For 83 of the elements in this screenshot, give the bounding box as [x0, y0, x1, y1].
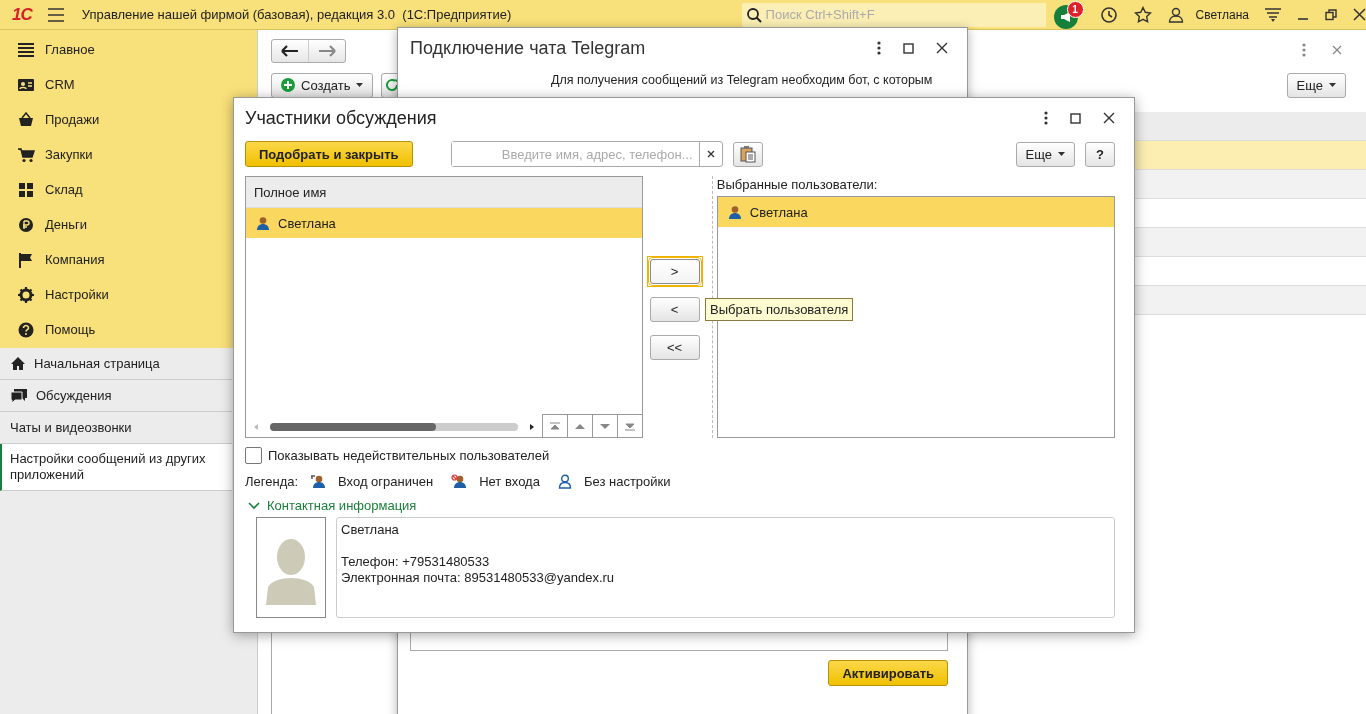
crm-icon: [17, 76, 35, 93]
company-icon: [17, 251, 35, 268]
history-icon[interactable]: [1099, 5, 1118, 24]
navigation-item[interactable]: Настройки сообщений из других приложений: [0, 444, 232, 491]
legend-item: Вход ограничен: [338, 474, 434, 489]
home-icon: [10, 356, 26, 371]
section-menu-item[interactable]: Главное: [0, 32, 95, 67]
settings-menu-icon[interactable]: [1265, 7, 1281, 22]
clipboard-icon: [739, 145, 756, 163]
section-menu-item[interactable]: Склад: [0, 172, 83, 207]
user-row[interactable]: Светлана: [246, 208, 643, 238]
legend-item: Нет входа: [479, 474, 540, 489]
more-options-icon[interactable]: [877, 41, 881, 55]
refresh-icon: [386, 79, 399, 91]
user-name[interactable]: Светлана: [1195, 7, 1249, 22]
app-title: Управление нашей фирмой (базовая), редакция 3.0 (1С:Предприятие): [81, 7, 512, 22]
section-menu-item[interactable]: Настройки: [0, 277, 109, 312]
warehouse-icon: [17, 181, 35, 198]
notification-badge: 1: [1066, 0, 1084, 18]
user-blocked-icon: [451, 474, 468, 489]
contact-info-field[interactable]: Светлана Телефон: +79531480533 Электронная почта: 89531480533@yandex.ru: [336, 517, 1115, 618]
search-field[interactable]: Введите имя, адрес, телефон...: [450, 141, 723, 167]
caret-icon: [1058, 152, 1066, 156]
create-button[interactable]: Создать: [271, 72, 374, 98]
pick-and-close-button[interactable]: Подобрать и закрыть: [245, 141, 413, 167]
paste-button[interactable]: [732, 141, 763, 167]
section-menu-item[interactable]: Компания: [0, 242, 105, 277]
contact-detail: Телефон: +79531480533: [341, 554, 491, 570]
close-icon[interactable]: [1103, 112, 1115, 124]
search-icon: [745, 6, 762, 23]
maximize-icon[interactable]: [903, 42, 914, 54]
contact-name: Светлана: [341, 522, 400, 538]
move-button[interactable]: >: [649, 259, 700, 284]
list-navigation-buttons[interactable]: [542, 414, 643, 437]
user-row[interactable]: Светлана: [717, 197, 1114, 227]
help-icon: [17, 321, 35, 338]
app-logo[interactable]: 1С: [12, 4, 32, 25]
menu-icon[interactable]: [47, 7, 64, 22]
selected-users-label: Выбранные пользователи:: [716, 176, 879, 194]
caret-icon: [356, 83, 364, 87]
activate-button[interactable]: Активировать: [828, 660, 948, 686]
description-text: Для получения сообщений из Telegram необходим бот, с которым: [551, 72, 934, 88]
tooltip: Выбрать пользователя: [705, 298, 854, 321]
close-icon[interactable]: [1353, 8, 1366, 21]
user-outline-icon: [557, 474, 572, 489]
chevron-icon: [248, 501, 260, 510]
restore-icon[interactable]: [1325, 8, 1337, 21]
section-menu-item[interactable]: Продажи: [0, 102, 100, 137]
close-icon[interactable]: [936, 42, 948, 54]
user-with-key-icon: [310, 474, 327, 489]
user-icon: [256, 215, 270, 231]
user-icon: [727, 204, 742, 220]
checkbox[interactable]: [245, 447, 262, 464]
menu-icon: [17, 41, 35, 58]
money-icon: [17, 216, 35, 233]
section-menu-item[interactable]: CRM: [0, 67, 75, 102]
purchases-icon: [17, 146, 35, 163]
section-menu-item[interactable]: Деньги: [0, 207, 87, 242]
dialog-title: Участники обсуждения: [245, 107, 438, 129]
legend-label: Легенда:: [245, 474, 299, 489]
notifications-button[interactable]: 1: [1053, 0, 1084, 29]
contact-detail: Электронная почта: 89531480533@yandex.ru: [341, 570, 616, 586]
move-button[interactable]: <<: [649, 335, 700, 360]
more-button[interactable]: Еще: [1015, 141, 1076, 167]
section-menu-item[interactable]: Закупки: [0, 137, 93, 172]
plus-icon: [281, 78, 295, 92]
move-button[interactable]: <: [649, 297, 700, 322]
help-button[interactable]: ?: [1085, 141, 1115, 167]
section-menu-item[interactable]: Помощь: [0, 312, 96, 347]
checkbox-label[interactable]: Показывать недействительных пользователей: [268, 448, 550, 463]
more-options-icon[interactable]: [1044, 111, 1048, 125]
settings-icon: [17, 286, 35, 303]
users-icon[interactable]: [1167, 5, 1186, 24]
column-header[interactable]: Полное имя: [254, 184, 327, 200]
window-title: Подключение чата Telegram: [410, 37, 647, 59]
chat-icon: [10, 387, 28, 404]
maximize-icon[interactable]: [1070, 112, 1081, 124]
sales-icon: [17, 111, 35, 128]
more-button[interactable]: Еще: [1286, 72, 1346, 98]
contact-info-toggle[interactable]: Контактная информация: [245, 498, 417, 513]
caret-icon: [1329, 83, 1336, 87]
legend-item: Без настройки: [583, 474, 671, 489]
star-icon[interactable]: [1133, 5, 1152, 24]
